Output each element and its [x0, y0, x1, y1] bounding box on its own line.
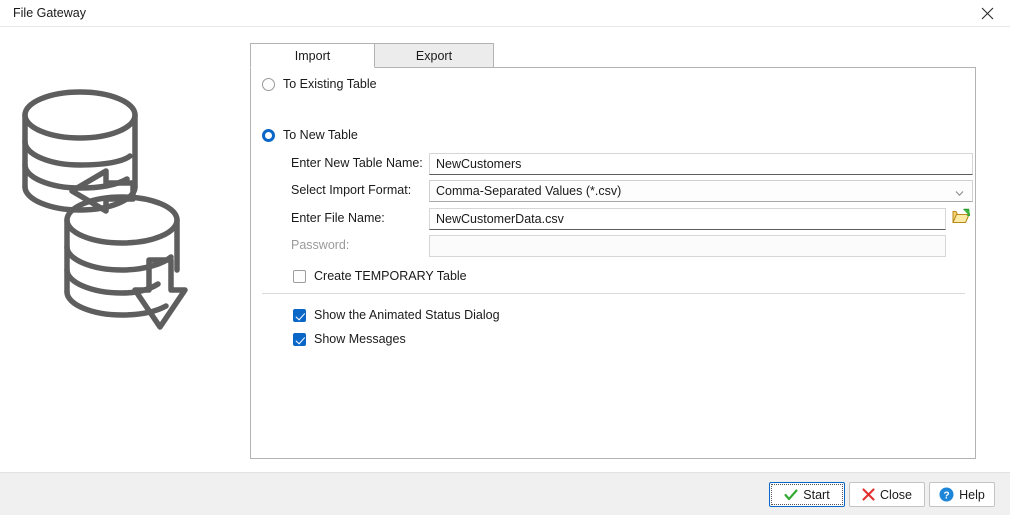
table-name-value: NewCustomers	[436, 157, 522, 171]
password-input[interactable]	[429, 235, 946, 257]
field-row-file-name: Enter File Name: NewCustomerData.csv	[291, 208, 973, 230]
question-icon: ?	[939, 487, 954, 502]
file-name-label: Enter File Name:	[291, 211, 385, 225]
tab-import-label: Import	[294, 48, 331, 63]
database-import-icon	[22, 89, 138, 213]
chevron-down-icon	[955, 187, 964, 197]
radio-to-new-table-label: To New Table	[283, 128, 358, 142]
checkbox-show-messages[interactable]: Show Messages	[293, 332, 406, 346]
table-name-label: Enter New Table Name:	[291, 156, 423, 170]
start-button[interactable]: Start	[769, 482, 845, 507]
help-button[interactable]: ? Help	[929, 482, 995, 507]
svg-text:?: ?	[944, 490, 950, 501]
checkbox-checked-icon	[293, 308, 306, 322]
radio-unchecked-icon	[262, 77, 275, 91]
dialog-footer: Start Close ? Help	[0, 472, 1010, 515]
database-export-icon	[64, 194, 180, 318]
tab-export[interactable]: Export	[374, 43, 494, 68]
radio-checked-icon	[262, 128, 275, 142]
checkbox-create-temporary-table-label: Create TEMPORARY Table	[314, 269, 467, 283]
import-format-label: Select Import Format:	[291, 183, 412, 197]
tab-export-label: Export	[415, 48, 453, 63]
radio-to-new-table[interactable]: To New Table	[262, 128, 358, 142]
password-label: Password:	[291, 238, 350, 252]
checkbox-create-temporary-table[interactable]: Create TEMPORARY Table	[293, 269, 467, 283]
checkbox-show-animated-status-dialog[interactable]: Show the Animated Status Dialog	[293, 308, 500, 322]
import-format-select[interactable]: Comma-Separated Values (*.csv)	[429, 180, 973, 202]
title-bar: File Gateway	[0, 0, 1010, 27]
close-button-label: Close	[880, 487, 912, 502]
radio-to-existing-table-label: To Existing Table	[283, 77, 377, 91]
radio-to-existing-table[interactable]: To Existing Table	[262, 77, 377, 91]
start-button-label: Start	[803, 487, 830, 502]
file-name-value: NewCustomerData.csv	[436, 212, 564, 226]
close-icon[interactable]	[965, 0, 1010, 27]
file-name-input[interactable]: NewCustomerData.csv	[429, 208, 946, 230]
field-row-table-name: Enter New Table Name: NewCustomers	[291, 153, 973, 175]
import-tab-panel: To Existing Table To New Table Enter New…	[250, 67, 976, 459]
section-divider	[262, 293, 965, 294]
field-row-password: Password:	[291, 235, 973, 257]
open-folder-icon[interactable]	[950, 205, 972, 227]
import-format-value: Comma-Separated Values (*.csv)	[436, 184, 622, 198]
field-row-import-format: Select Import Format: Comma-Separated Va…	[291, 180, 973, 202]
close-button[interactable]: Close	[849, 482, 925, 507]
file-gateway-illustration	[12, 70, 244, 360]
table-name-input[interactable]: NewCustomers	[429, 153, 973, 175]
checkbox-show-animated-status-dialog-label: Show the Animated Status Dialog	[314, 308, 500, 322]
tab-import[interactable]: Import	[250, 43, 375, 68]
checkbox-unchecked-icon	[293, 269, 306, 283]
window-title: File Gateway	[13, 6, 86, 20]
tab-strip: Import Export	[250, 43, 976, 68]
x-icon	[862, 488, 875, 501]
checkbox-checked-icon	[293, 332, 306, 346]
check-icon	[784, 488, 798, 500]
checkbox-show-messages-label: Show Messages	[314, 332, 406, 346]
help-button-label: Help	[959, 487, 985, 502]
